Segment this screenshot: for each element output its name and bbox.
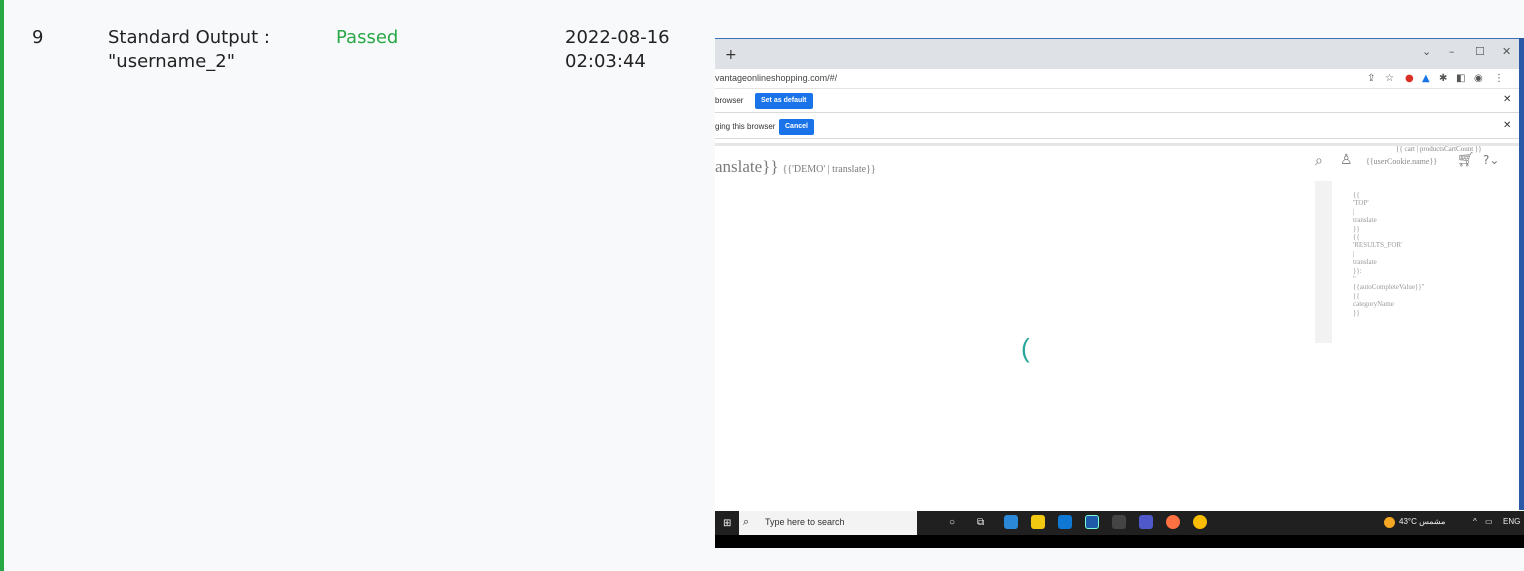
- user-icon[interactable]: ♙: [1340, 152, 1353, 168]
- search-results-list: {{'TOP' | translate}}{{'RESULTS_FOR' | trans…: [1353, 191, 1425, 317]
- infobar-text: ging this browser: [715, 122, 776, 131]
- new-tab-button[interactable]: +: [725, 47, 737, 63]
- status-passed: Passed: [336, 27, 399, 48]
- result-row: 9 Standard Output : "username_2" Passed …: [0, 0, 1524, 571]
- cancel-button[interactable]: Cancel: [779, 119, 814, 135]
- logo-text: anslate}}: [715, 157, 779, 176]
- puzzle-icon[interactable]: ✱: [1439, 73, 1447, 84]
- dropdown-line: {{: [1353, 191, 1360, 199]
- profile-icon[interactable]: ◉: [1474, 73, 1483, 84]
- dropdown-line: |: [1353, 249, 1355, 258]
- file-explorer-icon[interactable]: [1031, 515, 1045, 529]
- minimize-icon[interactable]: –: [1449, 45, 1455, 58]
- cortana-icon[interactable]: ○: [949, 517, 955, 528]
- dropdown-line: |: [1353, 207, 1355, 216]
- tab-search-icon[interactable]: ⌄: [1422, 45, 1431, 58]
- close-window-icon[interactable]: ✕: [1502, 45, 1511, 58]
- windows-start-icon[interactable]: ⊞: [723, 518, 731, 529]
- cart-icon[interactable]: 🛒︎: [1457, 152, 1475, 168]
- teams-icon[interactable]: [1139, 515, 1153, 529]
- step-number: 9: [32, 27, 44, 48]
- battery-icon[interactable]: ▭: [1485, 517, 1493, 526]
- language-indicator[interactable]: ENG: [1503, 517, 1520, 526]
- dropdown-line: {{autoCompleteValue}}": [1353, 283, 1425, 292]
- adjacent-window-edge: [1519, 38, 1524, 510]
- outlook-icon[interactable]: [1058, 515, 1072, 529]
- timestamp-time: 02:03:44: [565, 51, 646, 72]
- dropdown-line: {{: [1353, 291, 1360, 300]
- sidebar-icon[interactable]: ◧: [1456, 73, 1465, 84]
- compass-icon[interactable]: [1166, 515, 1180, 529]
- dropdown-line: }}:: [1353, 266, 1362, 275]
- address-bar[interactable]: vantageonlineshopping.com/#/ ⇪ ☆ ● ▲ ✱ ◧…: [715, 69, 1524, 89]
- row-accent-bar: [0, 0, 4, 571]
- search-placeholder: Type here to search: [765, 517, 845, 527]
- step-description-line2: "username_2": [108, 51, 236, 72]
- taskbar-search[interactable]: ⌕ Type here to search: [739, 511, 917, 535]
- header-divider: [715, 143, 1524, 146]
- infobar-managed-browser: ging this browser Cancel ✕: [715, 115, 1524, 139]
- share-icon[interactable]: ⇪: [1367, 73, 1375, 84]
- dropdown-line: 'RESULTS_FOR': [1353, 241, 1403, 250]
- dropdown-line: {{: [1353, 233, 1360, 242]
- menu-icon[interactable]: ⋮: [1494, 73, 1504, 84]
- timestamp-date: 2022-08-16: [565, 27, 670, 48]
- infobar-text: browser: [715, 96, 744, 105]
- dropdown-line: translate: [1353, 258, 1377, 267]
- weather-text[interactable]: 43°C مشمس: [1399, 517, 1445, 526]
- search-icon: ⌕: [743, 515, 750, 528]
- task-view-icon[interactable]: ⧉: [977, 517, 984, 528]
- url-text[interactable]: vantageonlineshopping.com/#/: [715, 73, 837, 83]
- maximize-icon[interactable]: ☐: [1475, 45, 1485, 58]
- chrome-icon[interactable]: [1193, 515, 1207, 529]
- dropdown-line: translate: [1353, 216, 1377, 225]
- dropdown-line: ": [1353, 275, 1356, 284]
- extension-icon[interactable]: ●: [1405, 73, 1414, 84]
- browser-tabbar: + ⌄ – ☐ ✕: [715, 39, 1524, 69]
- weather-icon[interactable]: [1384, 517, 1395, 528]
- dropdown-line: }}: [1353, 308, 1360, 317]
- site-logo[interactable]: anslate}} {{'DEMO' | translate}}: [715, 157, 876, 177]
- step-description: Standard Output : "username_2": [108, 26, 318, 74]
- app-icon[interactable]: [1085, 515, 1099, 529]
- help-icon[interactable]: ?⌄: [1483, 153, 1499, 167]
- step-description-line1: Standard Output :: [108, 27, 270, 48]
- tray-chevron-icon[interactable]: ^: [1473, 517, 1477, 526]
- search-icon[interactable]: ⌕: [1315, 153, 1323, 169]
- loading-spinner: (: [1021, 333, 1030, 363]
- search-dropdown-scroll[interactable]: [1315, 181, 1332, 343]
- close-icon[interactable]: ✕: [1503, 94, 1511, 105]
- windows-taskbar: ⊞ ⌕ Type here to search ○ ⧉ 43°C مشمس ^ …: [715, 511, 1524, 535]
- logo-subtext: {{'DEMO' | translate}}: [782, 164, 876, 175]
- set-as-default-button[interactable]: Set as default: [755, 93, 813, 109]
- edge-icon[interactable]: [1004, 515, 1018, 529]
- link-icon[interactable]: [1112, 515, 1126, 529]
- web-page: anslate}} {{'DEMO' | translate}} ⌕ ♙ {{u…: [715, 143, 1524, 511]
- screen-bottom-strip: [715, 535, 1524, 548]
- screenshot-thumbnail[interactable]: + ⌄ – ☐ ✕ vantageonlineshopping.com/#/ ⇪…: [715, 38, 1524, 548]
- user-name-text: {{userCookie.name}}: [1366, 157, 1438, 166]
- star-icon[interactable]: ☆: [1385, 73, 1394, 84]
- drive-icon[interactable]: ▲: [1422, 73, 1430, 84]
- timestamp: 2022-08-16 02:03:44: [565, 26, 705, 74]
- infobar-default-browser: browser Set as default ✕: [715, 89, 1524, 113]
- dropdown-line: 'TOP': [1353, 199, 1369, 208]
- close-icon[interactable]: ✕: [1503, 120, 1511, 131]
- dropdown-line: }}: [1353, 224, 1360, 233]
- dropdown-line: categoryName: [1353, 300, 1394, 309]
